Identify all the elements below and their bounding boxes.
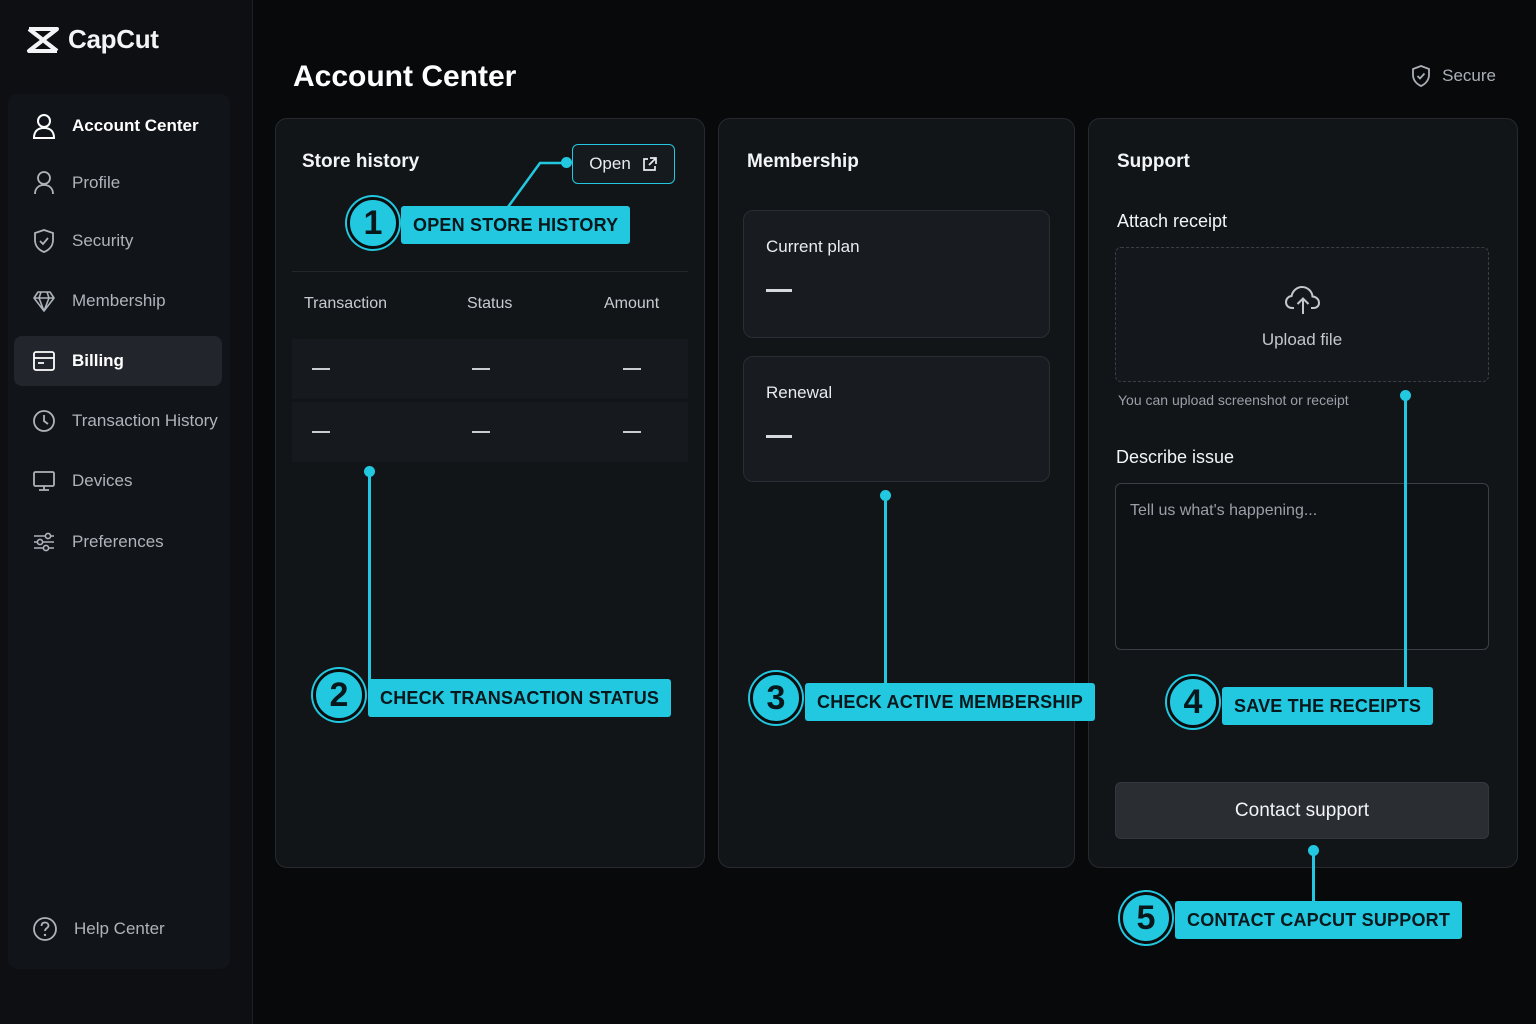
brand-name: CapCut <box>68 24 159 54</box>
callout-2-label: CHECK TRANSACTION STATUS <box>368 679 672 717</box>
current-plan-card: Current plan <box>743 210 1050 338</box>
sidebar-item-devices[interactable]: Devices <box>14 456 222 506</box>
sliders-icon <box>34 532 54 552</box>
table-row[interactable] <box>292 339 688 399</box>
sidebar-item-label: Profile <box>72 173 121 192</box>
callout-2-number: 2 <box>313 669 365 721</box>
callout-5-line <box>1312 851 1315 903</box>
secure-indicator: Secure <box>1410 64 1496 88</box>
sidebar-item-label: Account Center <box>72 116 199 135</box>
attach-receipt-label: Attach receipt <box>1117 211 1228 231</box>
callout-3-label: CHECK ACTIVE MEMBERSHIP <box>805 683 1095 721</box>
callout-1-dot <box>561 157 572 168</box>
sidebar-item-profile[interactable]: Profile <box>14 158 222 208</box>
current-plan-value-empty <box>766 289 792 292</box>
support-title: Support <box>1117 151 1190 172</box>
capcut-logo[interactable]: CapCut <box>26 24 159 55</box>
sidebar-item-label: Membership <box>72 291 166 310</box>
sidebar-item-preferences[interactable]: Preferences <box>14 517 222 567</box>
status-value-empty <box>472 368 490 370</box>
cloud-upload-icon <box>1284 285 1321 314</box>
callout-2-line <box>368 472 371 682</box>
membership-card: Membership Current plan Renewal <box>718 118 1075 868</box>
upload-dropzone[interactable]: Upload file <box>1115 247 1489 382</box>
sidebar: CapCut Account Center Profile Security M… <box>0 0 253 1024</box>
shield-icon <box>1412 65 1431 87</box>
callout-4-label: SAVE THE RECEIPTS <box>1222 687 1434 725</box>
callout-4-line <box>1404 396 1407 688</box>
sidebar-item-membership[interactable]: Membership <box>14 276 222 326</box>
renewal-label: Renewal <box>766 383 833 402</box>
callout-5-number: 5 <box>1120 892 1172 944</box>
column-header-transaction: Transaction <box>304 295 387 312</box>
callout-3-number: 3 <box>750 672 802 724</box>
sidebar-item-label: Preferences <box>72 532 164 551</box>
describe-issue-label: Describe issue <box>1116 447 1235 467</box>
diamond-icon <box>33 291 55 312</box>
open-button-label: Open <box>589 154 631 173</box>
divider <box>292 271 688 272</box>
open-store-history-button[interactable]: Open <box>572 144 675 184</box>
upload-file-label: Upload file <box>1261 330 1343 349</box>
page-title: Account Center <box>293 60 517 93</box>
sidebar-item-label: Security <box>72 231 134 250</box>
user-icon <box>32 114 56 139</box>
shield-icon <box>34 229 54 253</box>
current-plan-label: Current plan <box>766 237 860 256</box>
callout-3-line <box>884 496 887 684</box>
support-card: Support Attach receipt Upload file You c… <box>1088 118 1518 868</box>
contact-support-button[interactable]: Contact support <box>1115 782 1489 839</box>
help-icon <box>33 917 57 941</box>
sidebar-item-security[interactable]: Security <box>14 216 222 266</box>
billing-icon <box>33 351 55 371</box>
upload-hint: You can upload screenshot or receipt <box>1118 392 1349 408</box>
sidebar-item-account-center[interactable]: Account Center <box>14 101 222 151</box>
table-row[interactable] <box>292 402 688 462</box>
sidebar-item-label: Transaction History <box>72 411 218 430</box>
user-icon <box>34 171 54 195</box>
sidebar-nav: Account Center Profile Security Membersh… <box>8 94 230 969</box>
renewal-card: Renewal <box>743 356 1050 482</box>
callout-4-number: 4 <box>1167 676 1219 728</box>
describe-issue-textarea[interactable]: Tell us what's happening... <box>1115 483 1489 650</box>
secure-label: Secure <box>1442 66 1496 85</box>
sidebar-item-billing[interactable]: Billing <box>14 336 222 386</box>
store-history-title: Store history <box>302 151 420 172</box>
amount-value-empty <box>623 431 641 433</box>
renewal-value-empty <box>766 435 792 438</box>
amount-value-empty <box>623 368 641 370</box>
sidebar-item-transaction-history[interactable]: Transaction History <box>14 396 222 446</box>
callout-1-number: 1 <box>347 197 399 249</box>
status-value-empty <box>472 431 490 433</box>
membership-title: Membership <box>747 151 859 172</box>
external-link-icon <box>642 156 657 171</box>
clock-icon <box>33 410 55 432</box>
column-header-amount: Amount <box>604 295 660 312</box>
sidebar-item-label: Help Center <box>74 919 165 938</box>
capcut-logo-icon <box>27 26 59 53</box>
sidebar-item-label: Devices <box>72 471 133 490</box>
callout-1-label: OPEN STORE HISTORY <box>401 206 631 244</box>
column-header-status: Status <box>467 295 513 312</box>
sidebar-item-label: Billing <box>72 351 124 370</box>
callout-5-label: CONTACT CAPCUT SUPPORT <box>1175 901 1463 939</box>
transaction-value-empty <box>312 431 330 433</box>
sidebar-item-help-center[interactable]: Help Center <box>14 904 222 954</box>
transaction-value-empty <box>312 368 330 370</box>
monitor-icon <box>33 471 55 491</box>
